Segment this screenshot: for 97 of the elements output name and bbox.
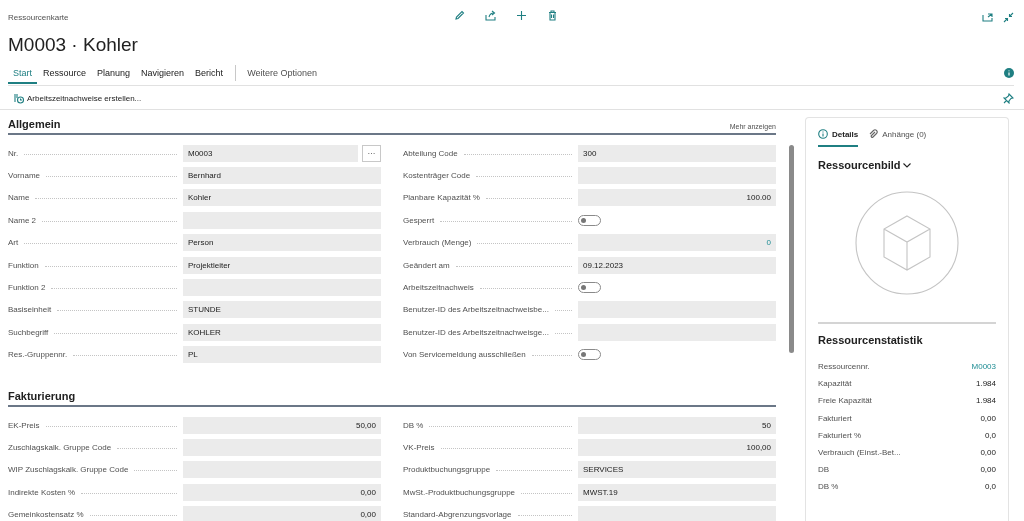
stat-value: 0,00 (980, 413, 996, 423)
timesheet-icon (14, 92, 24, 104)
input-field[interactable]: 100.00 (578, 189, 776, 207)
field-label: Planbare Kapazität % (403, 193, 480, 203)
field-label: VK-Preis (403, 443, 435, 452)
stat-value: 0,00 (980, 448, 996, 458)
input-field[interactable]: 300 (578, 144, 776, 162)
action-button[interactable]: Arbeitszeitnachweise erstellen... (8, 92, 148, 104)
field-label: Name 2 (8, 215, 36, 225)
delete-icon[interactable] (547, 10, 558, 21)
toggle-switch[interactable] (578, 349, 601, 361)
input-field[interactable]: 0,00 (183, 506, 381, 521)
factbox-tab[interactable]: Anhänge (0) (868, 124, 927, 147)
input-field[interactable]: 50,00 (183, 416, 381, 434)
field-label: Abteilung Code (403, 148, 458, 158)
assist-button[interactable]: ··· (362, 144, 381, 162)
stat-label: DB % (818, 482, 839, 492)
input-field[interactable]: Person (183, 234, 381, 252)
input-field[interactable]: 100,00 (578, 439, 776, 456)
nav-tab[interactable]: Navigieren (136, 61, 190, 84)
field-label: Benutzer-ID des Arbeitszeitnachweisbe... (403, 305, 549, 315)
input-field[interactable]: Kohler (183, 189, 381, 207)
field-label: DB % (403, 420, 424, 430)
page-title: M0003 · Kohler (8, 34, 138, 55)
field-label: Funktion (8, 260, 39, 270)
nav-tab[interactable]: Planung (92, 61, 136, 84)
field-label: Basiseinheit (8, 305, 52, 315)
info-icon[interactable] (1004, 67, 1014, 78)
input-field[interactable]: PL (183, 346, 381, 364)
input-field[interactable]: STUNDE (183, 301, 381, 319)
field-label: MwSt.-Produktbuchungsgruppe (403, 487, 516, 497)
nav-tab[interactable]: Start (8, 61, 37, 84)
input-field[interactable]: Projektleiter (183, 256, 381, 274)
stat-label: Fakturiert % (818, 430, 862, 440)
section-title: Allgemein (8, 118, 61, 130)
input-field[interactable]: Bernhard (183, 167, 381, 185)
input-field[interactable]: M0003 (183, 144, 358, 162)
input-field[interactable]: 50 (578, 416, 776, 434)
field-label: Nr. (8, 148, 19, 158)
input-field[interactable]: 0 (578, 234, 776, 252)
field-label: Verbrauch (Menge) (403, 238, 472, 248)
field-label: Art (8, 238, 19, 248)
field-label: Benutzer-ID des Arbeitszeitnachweisge... (403, 327, 549, 337)
info-icon (818, 129, 828, 139)
chevron-down-icon[interactable] (902, 162, 911, 168)
section-title: Fakturierung (8, 389, 76, 402)
stat-label: Verbrauch (Einst.-Bet... (818, 448, 901, 458)
stat-label: Ressourcennr. (818, 362, 870, 372)
share-icon[interactable] (485, 10, 496, 21)
stat-value: 0,00 (980, 465, 996, 475)
field-label: Suchbegriff (8, 327, 49, 337)
input-field[interactable]: KOHLER (183, 323, 381, 341)
input-field[interactable]: 0,00 (183, 483, 381, 501)
field-label: Indirekte Kosten % (8, 487, 76, 497)
field-label: Name (8, 193, 30, 203)
factbox-tab[interactable]: Details (818, 124, 859, 147)
input-field[interactable]: SERVICES (578, 461, 776, 479)
stat-label: Fakturiert (818, 413, 852, 423)
field-label: Zuschlagskalk. Gruppe Code (8, 443, 112, 452)
more-options-tab[interactable]: Weitere Optionen (242, 61, 322, 84)
paperclip-icon (868, 129, 879, 139)
stat-value: 1.984 (975, 379, 996, 389)
stat-value: 0,0 (984, 430, 996, 440)
field-label: Res.-Gruppennr. (8, 350, 68, 360)
field-label: Vorname (8, 171, 41, 181)
box-placeholder-icon (855, 191, 959, 295)
open-window-icon[interactable] (982, 11, 993, 23)
page-caption: Ressourcenkarte (8, 12, 69, 22)
field-label: Kostenträger Code (403, 171, 471, 181)
stat-label: Freie Kapazität (818, 396, 872, 406)
field-label: Arbeitszeitnachweis (403, 283, 474, 293)
nav-tab[interactable]: Bericht (190, 61, 229, 84)
stat-link[interactable]: M0003 (971, 362, 996, 372)
collapse-icon[interactable] (1003, 11, 1014, 23)
input-field[interactable]: 09.12.2023 (578, 256, 776, 274)
stat-value: 0,0 (984, 482, 996, 492)
nav-tab[interactable]: Ressource (38, 61, 92, 84)
field-label: WIP Zuschlagskalk. Gruppe Code (8, 465, 129, 475)
field-label: Geändert am (403, 260, 450, 270)
toggle-switch[interactable] (578, 214, 601, 226)
stat-label: DB (818, 465, 830, 475)
section-title: Ressourcenbild (818, 159, 901, 171)
add-icon[interactable] (516, 10, 527, 21)
field-label: EK-Preis (8, 420, 40, 430)
field-label: Gemeinkostensatz % (8, 510, 84, 520)
field-label: Standard-Abgrenzungsvorlage (403, 510, 512, 520)
input-field[interactable]: MWST.19 (578, 483, 776, 501)
section-title: Ressourcenstatistik (818, 334, 923, 346)
field-label: Funktion 2 (8, 283, 46, 293)
edit-icon[interactable] (454, 10, 465, 21)
pin-icon[interactable] (1003, 92, 1014, 104)
stat-value: 1.984 (975, 396, 996, 406)
stat-label: Kapazität (818, 379, 852, 389)
field-label: Gesperrt (403, 215, 435, 225)
field-label: Von Servicemeldung ausschließen (403, 350, 526, 360)
toggle-switch[interactable] (578, 282, 601, 294)
field-label: Produktbuchungsgruppe (403, 465, 491, 475)
